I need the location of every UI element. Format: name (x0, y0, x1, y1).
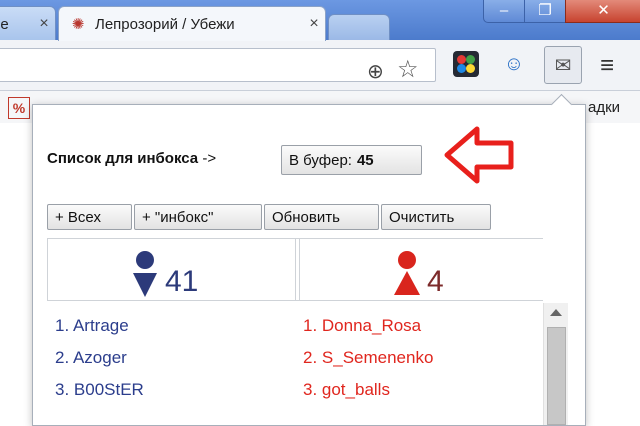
tab-previous-close-icon[interactable]: × (33, 15, 55, 33)
star-icon[interactable]: ☆ (397, 55, 419, 84)
address-bar[interactable]: ⊕ ☆ (0, 48, 436, 84)
scrollbar-thumb[interactable] (547, 327, 566, 425)
mail-ext-icon[interactable]: ✉ (544, 46, 582, 84)
inbox-label-arrow: -> (198, 150, 217, 167)
new-tab-button[interactable] (328, 14, 390, 41)
list-item[interactable]: 2. Azoger (55, 342, 144, 374)
divider (47, 300, 543, 301)
refresh-button[interactable]: Обновить (264, 204, 379, 230)
male-user-icon (133, 251, 157, 297)
tab-active[interactable]: ✺ Лепрозорий / Убежи × (58, 6, 326, 41)
bookmarks-other-label[interactable]: адки (588, 99, 620, 116)
male-users-list: 1. Artrage 2. Azoger 3. B00StER (55, 310, 144, 406)
scroll-up-icon[interactable] (550, 309, 562, 316)
divider (299, 239, 300, 301)
add-inbox-button[interactable]: + "инбокс" (134, 204, 262, 230)
divider (47, 239, 48, 301)
inbox-label: Список для инбокса -> (47, 150, 216, 167)
buffer-button-label: В буфер: (289, 151, 352, 169)
female-count: 4 (427, 265, 444, 298)
bookmark-favicon-icon[interactable]: % (8, 97, 30, 119)
female-user-icon (394, 251, 420, 295)
browser-toolbar: ⊕ ☆ ☺ ✉ (0, 40, 640, 91)
male-count-header: 41 (131, 245, 198, 297)
annotation-arrow-icon (444, 126, 514, 184)
tab-active-close-icon[interactable]: × (303, 15, 325, 33)
clear-button[interactable]: Очистить (381, 204, 491, 230)
bug-icon: ✺ (71, 16, 85, 33)
list-item[interactable]: 3. B00StER (55, 374, 144, 406)
hamburger-menu-icon[interactable]: ≡ (600, 52, 614, 80)
inbox-label-text: Список для инбокса (47, 150, 199, 167)
title-bar: le × ✺ Лепрозорий / Убежи × – ❐ ✕ (0, 0, 640, 41)
scrollbar[interactable] (543, 303, 568, 425)
buffer-count: 45 (356, 151, 374, 169)
list-item[interactable]: 1. Donna_Rosa (303, 310, 433, 342)
close-window-button[interactable]: ✕ (565, 0, 640, 23)
male-count: 41 (165, 265, 199, 298)
divider (295, 239, 296, 301)
add-all-button[interactable]: + Всех (47, 204, 132, 230)
zoom-icon[interactable]: ⊕ (367, 59, 384, 84)
copy-to-buffer-button[interactable]: В буфер: 45 (281, 145, 422, 175)
female-users-list: 1. Donna_Rosa 2. S_Semenenko 3. got_ball… (303, 310, 433, 406)
minimize-button[interactable]: – (483, 0, 525, 23)
color-ext-icon[interactable] (448, 46, 484, 82)
extension-popup: Список для инбокса -> В буфер: 45 + Всех… (32, 104, 586, 426)
maximize-button[interactable]: ❐ (524, 0, 566, 23)
tab-previous-title: le (0, 15, 9, 33)
female-count-header: 4 (393, 245, 444, 297)
list-item[interactable]: 3. got_balls (303, 374, 433, 406)
user-sync-ext-icon[interactable]: ☺ (496, 46, 532, 82)
list-item[interactable]: 1. Artrage (55, 310, 144, 342)
tab-previous[interactable]: le × (0, 6, 56, 41)
list-item[interactable]: 2. S_Semenenko (303, 342, 433, 374)
tab-active-title: Лепрозорий / Убежи (95, 15, 235, 33)
